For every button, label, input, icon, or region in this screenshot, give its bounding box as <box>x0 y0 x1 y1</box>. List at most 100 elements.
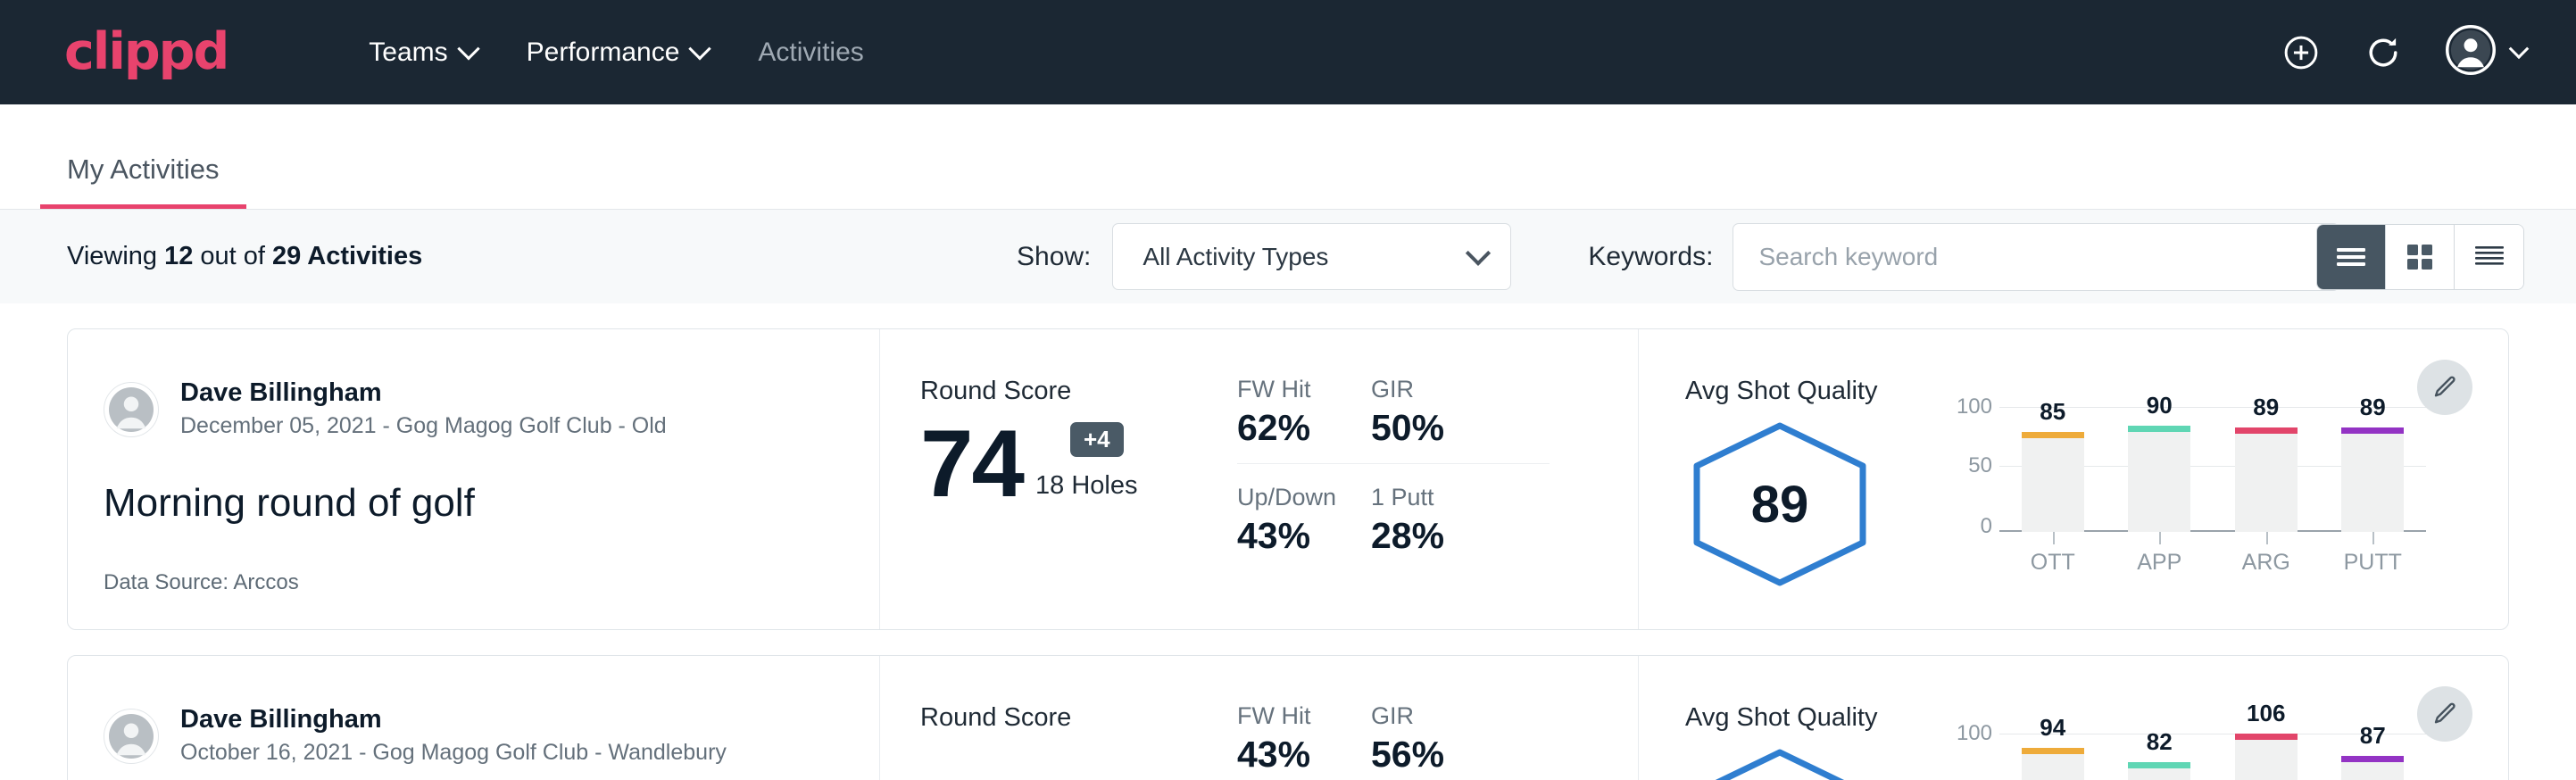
bar: 85 <box>2022 432 2084 532</box>
refresh-icon[interactable] <box>2364 33 2403 72</box>
bar: 90 <box>2128 426 2190 532</box>
bar-group: 94 <box>1999 723 2107 780</box>
chart-bars: 85 90 89 <box>1999 396 2426 532</box>
avg-shot-quality-label: Avg Shot Quality <box>1685 377 1944 406</box>
activity-card[interactable]: Dave Billingham December 05, 2021 - Gog … <box>67 328 2509 630</box>
stat-value: 43% <box>1237 734 1337 776</box>
tick-mark <box>2266 532 2268 544</box>
chevron-down-icon <box>1466 240 1491 265</box>
nav-item-label: Activities <box>758 37 863 68</box>
stat-gir: GIR 56% <box>1371 702 1550 780</box>
view-mode-grid-button[interactable] <box>2386 225 2455 289</box>
main-nav: Teams Performance Activities <box>344 25 888 80</box>
chart-plot-area: 85 90 89 <box>1999 396 2426 532</box>
bar-group: 90 <box>2107 396 2214 532</box>
player-header: Dave Billingham December 05, 2021 - Gog … <box>104 377 879 442</box>
player-identity: Dave Billingham October 16, 2021 - Gog M… <box>180 703 727 768</box>
round-stats-grid: FW Hit 62% GIR 50% Up/Down 43% 1 Putt 28… <box>1237 329 1639 629</box>
stat-fw-hit: FW Hit 62% <box>1237 376 1371 464</box>
stat-value: 28% <box>1371 515 1516 557</box>
round-score-column: Round Score 74 +4 18 Holes <box>880 329 1237 629</box>
bar-value: 94 <box>2022 714 2084 742</box>
x-tick: APP <box>2107 532 2214 575</box>
view-mode-list-button[interactable] <box>2317 225 2386 289</box>
pencil-icon <box>2431 701 2458 727</box>
viewing-total: 29 <box>272 242 301 270</box>
page-tabs: My Activities <box>0 104 2576 210</box>
bar-value: 89 <box>2341 394 2404 421</box>
viewing-count-text: Viewing 12 out of 29 Activities <box>67 242 422 271</box>
stat-value: 50% <box>1371 407 1516 449</box>
list-icon <box>2334 245 2368 270</box>
bar-cap <box>2341 756 2404 762</box>
chart-y-axis: 100 50 0 <box>1944 723 1999 780</box>
x-tick-label: APP <box>2107 550 2214 576</box>
stat-one-putt: 1 Putt 28% <box>1371 464 1550 557</box>
bar-value: 89 <box>2235 394 2298 421</box>
activity-info-column: Dave Billingham October 16, 2021 - Gog M… <box>68 656 880 780</box>
nav-item-activities[interactable]: Activities <box>733 25 888 80</box>
bar-value: 82 <box>2128 728 2190 756</box>
plus-circle-icon[interactable] <box>2281 33 2321 72</box>
avg-shot-quality-label: Avg Shot Quality <box>1685 703 1944 733</box>
quality-hex-block: Avg Shot Quality <box>1685 703 1944 780</box>
account-menu[interactable] <box>2446 25 2526 79</box>
holes-played: 18 Holes <box>1035 471 1137 513</box>
stat-value: 62% <box>1237 407 1337 449</box>
viewing-suffix: Activities <box>301 242 422 270</box>
activity-meta: October 16, 2021 - Gog Magog Golf Club -… <box>180 738 727 768</box>
bar-cap <box>2235 734 2298 740</box>
bar-cap <box>2128 426 2190 432</box>
viewing-mid: out of <box>193 242 272 270</box>
quality-hex-block: Avg Shot Quality 89 <box>1685 377 1944 629</box>
account-avatar-icon <box>2446 25 2496 79</box>
bar-group: 89 <box>2320 396 2427 532</box>
activity-info-column: Dave Billingham December 05, 2021 - Gog … <box>68 329 880 629</box>
chart-x-axis: OTT APP ARG PUTT <box>1999 532 2426 575</box>
view-mode-compact-button[interactable] <box>2455 225 2523 289</box>
shot-quality-bar-chart: 100 50 0 94 <box>1944 723 2426 780</box>
nav-item-teams[interactable]: Teams <box>344 25 501 80</box>
stat-label: 1 Putt <box>1371 484 1516 511</box>
bar: 89 <box>2341 427 2404 532</box>
y-tick: 100 <box>1957 721 1992 746</box>
search-input[interactable] <box>1733 223 2339 291</box>
chevron-down-icon <box>457 37 479 60</box>
player-name: Dave Billingham <box>180 377 667 409</box>
stat-value: 56% <box>1371 734 1516 776</box>
bar-cap <box>2022 432 2084 438</box>
chevron-down-icon <box>689 37 711 60</box>
score-to-par-badge: +4 <box>1070 422 1124 457</box>
bar-value: 85 <box>2022 398 2084 426</box>
x-tick: PUTT <box>2320 532 2427 575</box>
activity-type-select[interactable]: All Activity Types <box>1112 223 1511 290</box>
bar-value: 90 <box>2128 392 2190 419</box>
show-label: Show: <box>1017 242 1091 272</box>
avg-shot-quality-column: Avg Shot Quality 89 100 50 0 <box>1639 329 2508 629</box>
stat-label: GIR <box>1371 702 1516 730</box>
edit-activity-button[interactable] <box>2417 686 2472 742</box>
tick-mark <box>2053 532 2055 544</box>
round-score-value-row: 74 +4 18 Holes <box>920 413 1237 513</box>
shot-quality-bar-chart: 100 50 0 85 <box>1944 396 2426 575</box>
data-source-label: Data Source: Arccos <box>104 570 879 595</box>
nav-item-label: Teams <box>369 37 447 68</box>
clippd-logo[interactable]: clippd <box>64 27 228 78</box>
activity-meta: December 05, 2021 - Gog Magog Golf Club … <box>180 411 667 442</box>
viewing-prefix: Viewing <box>67 242 164 270</box>
y-tick: 50 <box>1968 453 1992 478</box>
bar-value: 106 <box>2235 700 2298 727</box>
bar: 87 <box>2341 756 2404 780</box>
nav-item-performance[interactable]: Performance <box>502 25 734 80</box>
activity-card[interactable]: Dave Billingham October 16, 2021 - Gog M… <box>67 655 2509 780</box>
tab-my-activities[interactable]: My Activities <box>40 154 246 209</box>
keywords-label: Keywords: <box>1588 242 1713 272</box>
tab-label: My Activities <box>67 154 220 185</box>
top-navigation-bar: clippd Teams Performance Activities <box>0 0 2576 104</box>
x-tick-label: ARG <box>2213 550 2320 576</box>
edit-activity-button[interactable] <box>2417 360 2472 415</box>
nav-actions <box>2281 0 2526 104</box>
activity-title: Morning round of golf <box>104 481 879 526</box>
quality-hexagon <box>1685 745 1874 780</box>
stat-value: 43% <box>1237 515 1337 557</box>
